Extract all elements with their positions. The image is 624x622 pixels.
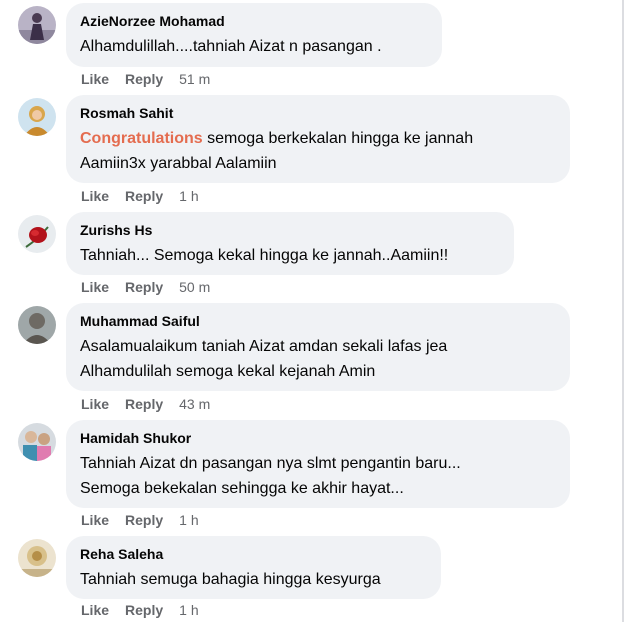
comment-bubble: Hamidah Shukor Tahniah Aizat dn pasangan… xyxy=(66,420,570,508)
comment-bubble: Zurishs Hs Tahniah... Semoga kekal hingg… xyxy=(66,212,514,275)
comment-actions: Like Reply 1 h xyxy=(81,601,199,619)
comment-timestamp[interactable]: 1 h xyxy=(179,187,198,205)
comment-text: Aamiin3x yarabbal Aalamiin xyxy=(80,155,277,172)
comment-bubble: Muhammad Saiful Asalamualaikum taniah Ai… xyxy=(66,303,570,391)
comment-text: Congratulations semoga berkekalan hingga… xyxy=(80,130,474,147)
comment-actions: Like Reply 43 m xyxy=(81,395,210,413)
avatar[interactable] xyxy=(18,215,56,253)
comment-text: Semoga bekekalan sehingga ke akhir hayat… xyxy=(80,480,404,497)
comment-author[interactable]: Reha Saleha xyxy=(80,545,427,563)
comment-text: Alhamdulilah semoga kekal kejanah Amin xyxy=(80,363,376,380)
avatar[interactable] xyxy=(18,423,56,461)
comment-text: Tahniah... Semoga kekal hingga ke jannah… xyxy=(80,247,449,264)
reply-button[interactable]: Reply xyxy=(125,511,163,529)
comment-bubble: AzieNorzee Mohamad Alhamdulillah....tahn… xyxy=(66,3,442,67)
comment-bubble: Rosmah Sahit Congratulations semoga berk… xyxy=(66,95,570,183)
comment-text: Asalamualaikum taniah Aizat amdan sekali… xyxy=(80,338,448,355)
comment-author[interactable]: AzieNorzee Mohamad xyxy=(80,12,428,30)
comment-timestamp[interactable]: 50 m xyxy=(179,278,210,296)
comment-actions: Like Reply 1 h xyxy=(81,511,199,529)
comment-actions: Like Reply 51 m xyxy=(81,70,210,88)
comment-text: Alhamdulillah....tahniah Aizat n pasanga… xyxy=(80,38,382,55)
comment-timestamp[interactable]: 1 h xyxy=(179,601,198,619)
comment-timestamp[interactable]: 1 h xyxy=(179,511,198,529)
like-button[interactable]: Like xyxy=(81,601,109,619)
avatar[interactable] xyxy=(18,6,56,44)
avatar[interactable] xyxy=(18,539,56,577)
like-button[interactable]: Like xyxy=(81,395,109,413)
comment-actions: Like Reply 1 h xyxy=(81,187,199,205)
comment-author[interactable]: Rosmah Sahit xyxy=(80,104,556,122)
avatar[interactable] xyxy=(18,306,56,344)
avatar[interactable] xyxy=(18,98,56,136)
comment-actions: Like Reply 50 m xyxy=(81,278,210,296)
highlighted-word: Congratulations xyxy=(80,130,203,147)
reply-button[interactable]: Reply xyxy=(125,601,163,619)
comment-author[interactable]: Hamidah Shukor xyxy=(80,429,556,447)
comment-author[interactable]: Zurishs Hs xyxy=(80,221,500,239)
reply-button[interactable]: Reply xyxy=(125,187,163,205)
like-button[interactable]: Like xyxy=(81,70,109,88)
comment-text: Tahniah semuga bahagia hingga kesyurga xyxy=(80,571,381,588)
comment-timestamp[interactable]: 51 m xyxy=(179,70,210,88)
comment-text: Tahniah Aizat dn pasangan nya slmt penga… xyxy=(80,455,461,472)
reply-button[interactable]: Reply xyxy=(125,70,163,88)
comment-timestamp[interactable]: 43 m xyxy=(179,395,210,413)
like-button[interactable]: Like xyxy=(81,187,109,205)
like-button[interactable]: Like xyxy=(81,511,109,529)
like-button[interactable]: Like xyxy=(81,278,109,296)
reply-button[interactable]: Reply xyxy=(125,278,163,296)
comment-bubble: Reha Saleha Tahniah semuga bahagia hingg… xyxy=(66,536,441,599)
comment-author[interactable]: Muhammad Saiful xyxy=(80,312,556,330)
reply-button[interactable]: Reply xyxy=(125,395,163,413)
